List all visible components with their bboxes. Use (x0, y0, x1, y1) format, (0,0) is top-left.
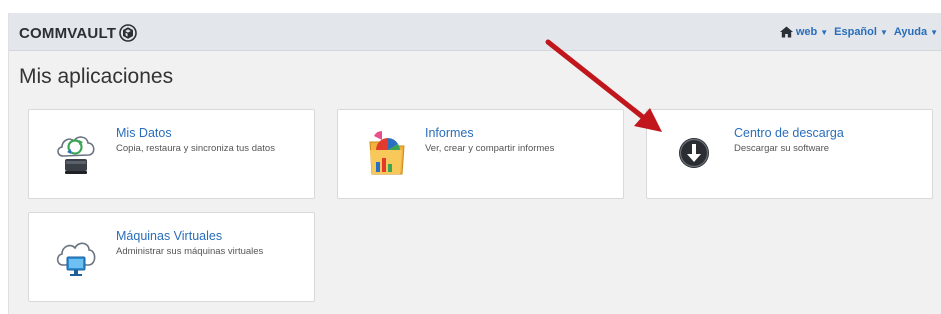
app-title[interactable]: Informes (425, 126, 474, 140)
app-description: Administrar sus máquinas virtuales (116, 246, 264, 257)
chevron-down-icon: ▼ (930, 27, 938, 37)
app-description: Ver, crear y compartir informes (425, 143, 555, 154)
user-menu[interactable]: web ▼ (779, 26, 829, 38)
app-card-mis-datos[interactable]: Mis Datos Copia, restaura y sincroniza t… (28, 109, 315, 199)
logo-mark-icon (119, 24, 137, 42)
page: COMMVAULT web ▼ Español ▼ Ayuda ▼ Mis ap… (0, 0, 941, 314)
app-title[interactable]: Mis Datos (116, 126, 172, 140)
app-card-informes[interactable]: Informes Ver, crear y compartir informes (337, 109, 624, 199)
chevron-down-icon: ▼ (879, 27, 888, 37)
cloud-monitor-icon (56, 242, 96, 276)
app-description: Copia, restaura y sincroniza tus datos (116, 143, 275, 154)
page-title: Mis aplicaciones (19, 65, 174, 88)
logo-text: COMMVAULT (19, 24, 117, 42)
language-menu[interactable]: Español ▼ (834, 26, 888, 38)
top-nav: web ▼ Español ▼ Ayuda ▼ (774, 26, 938, 38)
download-icon (679, 138, 709, 168)
language-menu-label: Español (834, 26, 877, 38)
app-card-centro-de-descarga[interactable]: Centro de descarga Descargar su software (646, 109, 933, 199)
commvault-logo[interactable]: COMMVAULT (19, 24, 137, 42)
cloud-sync-icon (57, 136, 95, 174)
app-title[interactable]: Máquinas Virtuales (116, 229, 222, 243)
app-card-maquinas-virtuales[interactable]: Máquinas Virtuales Administrar sus máqui… (28, 212, 315, 302)
reports-folder-icon (369, 131, 405, 175)
help-menu[interactable]: Ayuda ▼ (894, 26, 938, 38)
app-frame: COMMVAULT web ▼ Español ▼ Ayuda ▼ Mis ap… (8, 13, 941, 314)
app-description: Descargar su software (734, 143, 830, 154)
top-bar: COMMVAULT web ▼ Español ▼ Ayuda ▼ (9, 13, 941, 51)
app-title[interactable]: Centro de descarga (734, 126, 844, 140)
help-menu-label: Ayuda (893, 26, 928, 38)
chevron-down-icon: ▼ (820, 27, 829, 37)
user-menu-label: web (795, 26, 818, 38)
home-icon (779, 26, 793, 38)
